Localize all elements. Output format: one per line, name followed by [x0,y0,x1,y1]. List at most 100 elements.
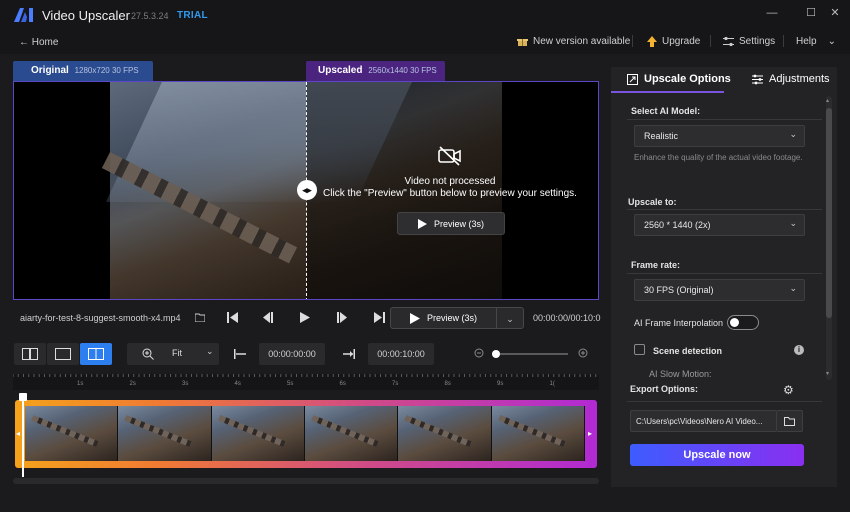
app-logo-icon [14,8,33,22]
zoom-out-icon[interactable] [474,348,485,359]
skip-end-icon[interactable] [374,312,385,323]
original-tab[interactable]: Original 1280x720 30 FPS [13,61,153,81]
frame-interpolation-label: AI Frame Interpolation [634,318,724,328]
end-time-field[interactable]: 00:00:10:00 [368,343,434,365]
tab-upscale-options[interactable]: Upscale Options [627,73,731,85]
set-start-icon[interactable] [234,349,246,359]
divider [627,209,822,210]
not-processed-hint: Click the "Preview" button below to prev… [323,188,577,199]
close-button[interactable]: ✕ [826,6,844,20]
upscale-icon [627,73,638,85]
chevron-down-icon: ⌄ [206,346,214,356]
track-thumbnail [398,406,492,461]
export-path-field[interactable]: C:\Users\pc\Videos\Nero AI Video... [630,410,777,432]
ruler-label: 6s [339,381,346,387]
zoom-select[interactable]: Fit ⌄ [127,343,219,365]
ruler-label: 5s [287,381,294,387]
view-single-button[interactable] [47,343,79,365]
zoom-slider-knob[interactable] [492,350,500,358]
new-version-label: New version available [533,35,631,47]
original-info: 1280x720 30 FPS [74,66,139,75]
minimize-button[interactable]: — [763,6,781,20]
zoom-value: Fit [172,348,182,358]
settings-link[interactable]: Settings [723,34,775,48]
preview-options-dropdown[interactable]: ⌄ [497,307,524,329]
track-right-handle[interactable]: ▸ [588,429,592,438]
timeline-ruler[interactable]: 1s 2s 3s 4s 5s 6s 7s 8s 9s 1( [13,374,599,390]
upscale-to-value: 2560 * 1440 (2x) [644,220,711,230]
playhead-handle[interactable] [19,393,27,401]
settings-label: Settings [739,35,776,47]
scroll-up-icon[interactable]: ▴ [826,97,829,104]
tab-adjustments[interactable]: Adjustments [752,73,830,85]
frame-interpolation-toggle-knob [730,318,739,327]
chevron-down-icon: ⌄ [506,314,514,324]
single-view-icon [55,348,71,360]
ai-model-label: Select AI Model: [631,106,701,116]
chevron-down-icon: ⌄ [827,35,836,47]
ruler-label: 7s [392,381,399,387]
inline-preview-button[interactable]: Preview (3s) [397,212,505,235]
track-thumbnail [25,406,119,461]
gear-icon[interactable]: ⚙ [783,383,794,397]
set-end-icon[interactable] [343,349,355,359]
folder-icon[interactable] [195,313,205,322]
ai-model-select[interactable]: Realistic ⌄ [634,125,805,147]
tab-adjustments-label: Adjustments [769,73,830,85]
start-time-field[interactable]: 00:00:00:00 [259,343,325,365]
step-forward-icon[interactable] [337,312,348,323]
scene-detection-checkbox[interactable] [634,344,645,355]
ai-model-value: Realistic [644,131,679,141]
frame-rate-value: 30 FPS (Original) [644,285,714,295]
playhead[interactable] [22,393,24,477]
track-thumbnail [118,406,212,461]
original-tab-label: Original [31,65,69,76]
scene-detection-label: Scene detection [653,346,723,356]
tab-upscale-label: Upscale Options [644,73,731,85]
browse-folder-button[interactable] [777,410,803,432]
info-icon[interactable]: i [794,345,804,355]
ai-model-description: Enhance the quality of the actual video … [634,153,803,162]
nav-divider [783,35,784,47]
ruler-ticks [13,374,597,377]
view-split-button[interactable] [80,343,112,365]
upscaled-info: 2560x1440 30 FPS [368,66,437,75]
slow-motion-label: AI Slow Motion: [649,369,712,379]
track-thumbnail [304,406,399,461]
play-icon [417,218,427,229]
chevron-down-icon: ⌄ [789,218,797,228]
maximize-button[interactable]: ☐ [802,6,820,20]
panel-scrollbar-thumb[interactable] [826,108,832,318]
upgrade-link[interactable]: Upgrade [647,34,700,48]
upscale-to-select[interactable]: 2560 * 1440 (2x) ⌄ [634,214,805,236]
divider [627,119,822,120]
chevron-down-icon: ⌄ [789,283,797,293]
upscale-now-button[interactable]: Upscale now [630,444,804,466]
ruler-label: 1( [549,381,555,387]
zoom-slider[interactable] [494,353,568,355]
zoom-in-icon[interactable] [578,348,589,359]
scroll-down-icon[interactable]: ▾ [826,370,829,377]
frame-rate-select[interactable]: 30 FPS (Original) ⌄ [634,279,805,301]
preview-button[interactable]: Preview (3s) [390,307,497,329]
track-left-handle[interactable]: ◂ [16,429,20,438]
gift-icon [517,38,528,46]
play-icon[interactable] [300,312,310,323]
timeline-scrollbar[interactable] [13,478,599,484]
home-link[interactable]: ← Home [19,37,58,48]
help-menu[interactable]: Help ⌄ [796,34,836,48]
divider [627,401,822,402]
track-thumbnail [211,406,305,461]
preview-button-label: Preview (3s) [426,313,477,323]
skip-start-icon[interactable] [227,312,238,323]
view-side-by-side-button[interactable] [14,343,46,365]
help-label: Help [796,35,817,47]
ruler-label: 4s [234,381,241,387]
upgrade-arrow-icon [647,35,657,47]
step-back-icon[interactable] [262,312,273,323]
nav-divider [710,35,711,47]
chevron-down-icon: ⌄ [789,129,797,139]
new-version-link[interactable]: New version available [517,34,630,48]
ruler-label: 3s [182,381,189,387]
upscaled-tab[interactable]: Upscaled 2560x1440 30 FPS [306,61,445,81]
